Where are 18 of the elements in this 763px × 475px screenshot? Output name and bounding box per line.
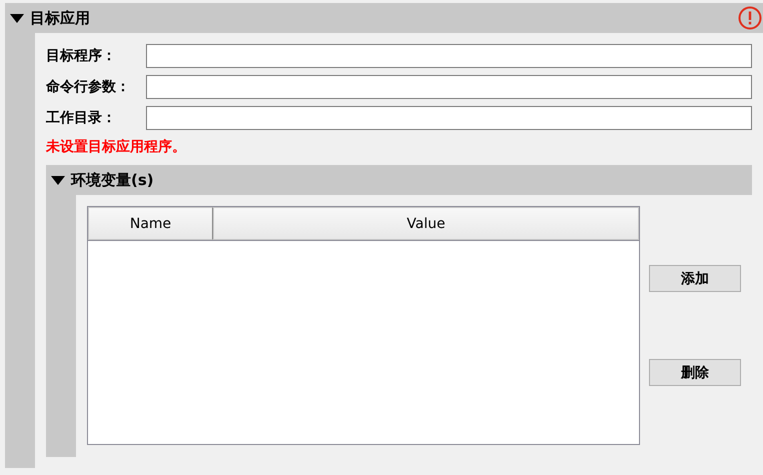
expand-triangle-icon	[51, 176, 65, 184]
column-header[interactable]: Name	[88, 207, 213, 240]
input-field[interactable]	[146, 44, 752, 68]
subsection-header[interactable]: 环境变量(s)	[46, 165, 752, 195]
field-label: 目标程序：	[46, 47, 117, 65]
field-label: 工作目录：	[46, 109, 117, 127]
field-label: 命令行参数：	[46, 78, 131, 96]
action-button[interactable]: 删除	[649, 359, 741, 386]
column-header[interactable]: Value	[213, 207, 639, 240]
action-button[interactable]: 添加	[649, 265, 741, 292]
section-title: 目标应用	[30, 8, 90, 28]
subsection-title: 环境变量(s)	[71, 170, 154, 190]
input-field[interactable]	[146, 106, 752, 130]
section-header[interactable]: 目标应用	[5, 3, 763, 33]
expand-triangle-icon	[10, 14, 24, 22]
error-message: 未设置目标应用程序。	[46, 138, 187, 157]
error-icon	[738, 6, 762, 30]
input-field[interactable]	[146, 75, 752, 99]
